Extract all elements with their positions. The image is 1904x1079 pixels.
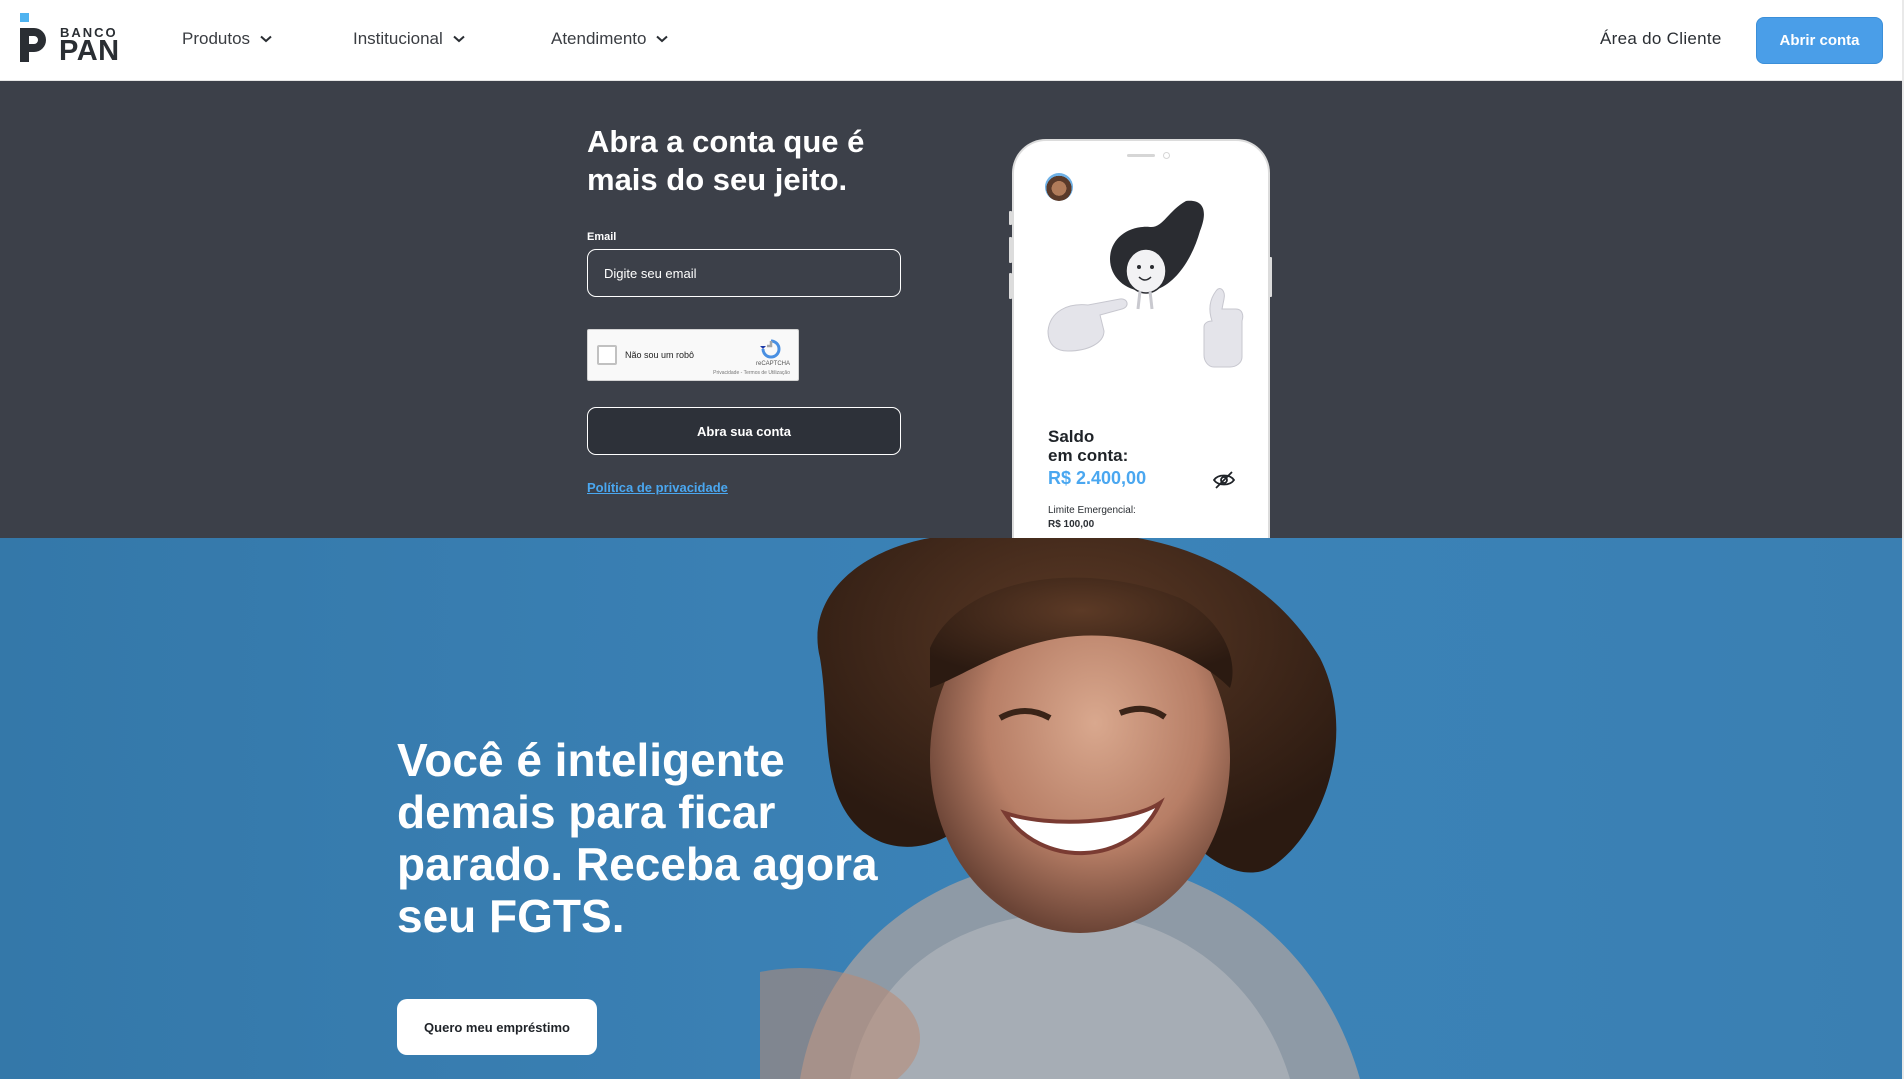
logo-p-icon <box>20 28 46 62</box>
signup-hero: Abra a conta que é mais do seu jeito. Em… <box>0 81 1904 539</box>
nav-atendimento-label: Atendimento <box>551 29 647 48</box>
phone-speaker <box>1127 154 1155 157</box>
eye-hidden-icon <box>1212 471 1236 489</box>
recaptcha-label: Não sou um robô <box>625 350 695 360</box>
logo-square-icon <box>20 13 29 22</box>
saldo-label: Saldo em conta: <box>1048 427 1128 465</box>
nav-institucional[interactable]: Institucional <box>353 29 465 49</box>
nav-produtos[interactable]: Produtos <box>182 29 272 49</box>
recaptcha-terms[interactable]: Privacidade - Termos de Utilização <box>713 370 790 376</box>
phone-mockup: Saldo em conta: R$ 2.400,00 Limite Emerg… <box>1012 139 1270 539</box>
thumbs-up-illustration-icon <box>1047 200 1244 368</box>
fgts-promo-hero: Você é inteligente demais para ficar par… <box>0 538 1904 1079</box>
recaptcha-brand: reCAPTCHA <box>755 361 790 367</box>
logo-pan-text: PAN <box>59 35 120 67</box>
chevron-down-icon <box>453 35 465 43</box>
signup-title: Abra a conta que é mais do seu jeito. <box>587 124 865 197</box>
quero-emprestimo-button[interactable]: Quero meu empréstimo <box>397 999 597 1055</box>
limite-emergencial-value: R$ 100,00 <box>1048 519 1095 530</box>
nav-atendimento[interactable]: Atendimento <box>551 29 669 49</box>
fgts-promo-title: Você é inteligente demais para ficar par… <box>397 734 878 942</box>
abra-sua-conta-button[interactable]: Abra sua conta <box>587 407 901 455</box>
saldo-label-line2: em conta: <box>1048 446 1129 465</box>
site-header: BANCO PAN Produtos Institucional Atendim… <box>0 0 1904 81</box>
recaptcha-checkbox[interactable] <box>597 345 617 365</box>
chevron-down-icon <box>656 35 669 43</box>
area-do-cliente-link[interactable]: Área do Cliente <box>1600 29 1722 49</box>
phone-camera <box>1163 152 1170 159</box>
abrir-conta-button[interactable]: Abrir conta <box>1756 17 1883 64</box>
banco-pan-logo[interactable]: BANCO PAN <box>18 12 128 67</box>
recaptcha-logo-icon <box>760 339 781 359</box>
recaptcha-widget: Não sou um robô reCAPTCHA Privacidade - … <box>587 329 799 381</box>
privacy-policy-link[interactable]: Política de privacidade <box>587 480 728 495</box>
limite-emergencial-label: Limite Emergencial: <box>1048 505 1136 516</box>
saldo-value: R$ 2.400,00 <box>1048 468 1147 488</box>
email-input[interactable] <box>587 249 901 297</box>
saldo-label-line1: Saldo <box>1048 427 1095 446</box>
nav-institucional-label: Institucional <box>353 29 443 48</box>
chevron-down-icon <box>260 35 272 43</box>
email-label: Email <box>587 231 617 243</box>
nav-produtos-label: Produtos <box>182 29 251 48</box>
